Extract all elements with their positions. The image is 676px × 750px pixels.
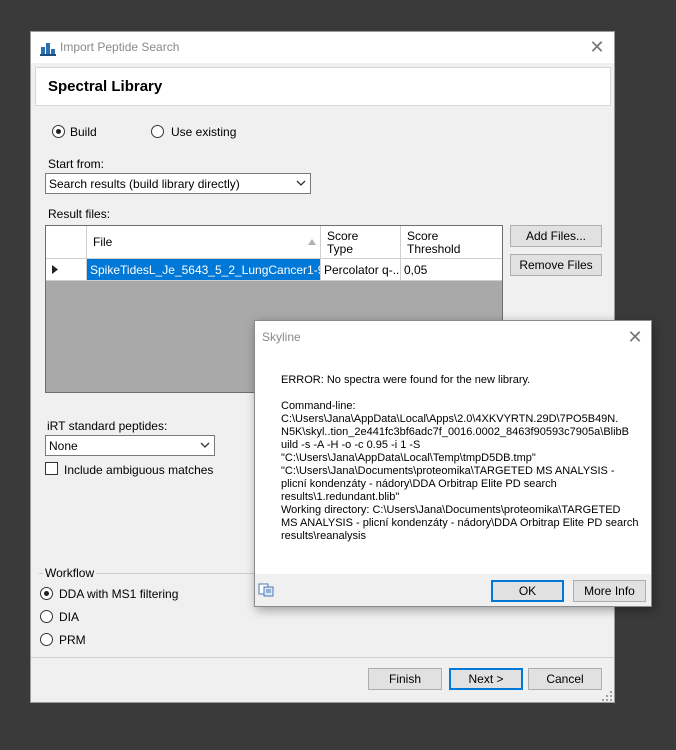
- skyline-app-icon: [40, 43, 56, 56]
- grid-header: File Score Type Score Threshold: [46, 226, 502, 259]
- workflow-label: Workflow: [43, 566, 97, 580]
- start-from-value: Search results (build library directly): [49, 177, 240, 191]
- close-icon[interactable]: ✕: [585, 36, 609, 58]
- error-message-line: results\1.redundant.blib": [281, 491, 400, 503]
- remove-files-button[interactable]: Remove Files: [510, 254, 602, 276]
- irt-select[interactable]: None: [45, 435, 215, 456]
- error-message-line: Working directory: C:\Users\Jana\Documen…: [281, 504, 621, 516]
- ok-button[interactable]: OK: [491, 580, 564, 602]
- row-header[interactable]: [46, 259, 87, 280]
- row-header-corner: [46, 226, 87, 259]
- error-message-line: C:\Users\Jana\AppData\Local\Apps\2.0\4XK…: [281, 413, 619, 425]
- sort-ascending-icon: [308, 239, 316, 245]
- result-files-label: Result files:: [48, 207, 111, 221]
- column-header-file[interactable]: File: [87, 226, 321, 259]
- error-message-area: ERROR: No spectra were found for the new…: [255, 352, 651, 574]
- irt-value: None: [49, 439, 78, 453]
- error-message-line: plicní kondenzáty - nádory\DDA Orbitrap …: [281, 478, 557, 490]
- column-header-score-threshold[interactable]: Score Threshold: [401, 226, 502, 259]
- chevron-down-icon: [200, 442, 210, 448]
- prm-radio[interactable]: [40, 633, 53, 646]
- cancel-button[interactable]: Cancel: [528, 668, 602, 690]
- cell-file[interactable]: SpikeTidesL_Je_5643_5_2_LungCancer1-96..…: [87, 259, 321, 280]
- error-dialog-title: Skyline: [262, 330, 301, 344]
- chevron-down-icon: [296, 180, 306, 186]
- cell-score-threshold-value: 0,05: [404, 263, 428, 277]
- error-message-line: results\reanalysis: [281, 530, 366, 542]
- cell-file-value: SpikeTidesL_Je_5643_5_2_LungCancer1-96..…: [90, 263, 321, 277]
- include-ambiguous-checkbox[interactable]: [45, 462, 58, 475]
- column-score-type-label-2: Type: [327, 242, 354, 256]
- error-title-bar: Skyline ✕: [255, 321, 651, 352]
- cell-score-type-value: Percolator q-...: [324, 263, 401, 277]
- error-message-line: "C:\Users\Jana\AppData\Local\Temp\tmpD5D…: [281, 452, 536, 464]
- close-icon[interactable]: ✕: [624, 326, 646, 348]
- page-header: Spectral Library: [35, 67, 611, 106]
- build-radio[interactable]: [52, 125, 65, 138]
- build-label: Build: [70, 125, 97, 139]
- prm-label: PRM: [59, 633, 86, 647]
- copy-message-icon[interactable]: [258, 583, 274, 597]
- error-message-line: MS ANALYSIS - plicní kondenzáty - nádory…: [281, 517, 639, 529]
- resize-grip-icon[interactable]: [601, 690, 613, 702]
- start-from-select[interactable]: Search results (build library directly): [45, 173, 311, 194]
- error-message-line: uild -s -A -H -o -c 0.95 -i 1 -S: [281, 439, 421, 451]
- dia-label: DIA: [59, 610, 80, 624]
- next-button[interactable]: Next >: [449, 668, 523, 690]
- row-pointer-icon: [52, 265, 58, 274]
- use-existing-radio[interactable]: [151, 125, 164, 138]
- start-from-label: Start from:: [48, 157, 105, 171]
- table-row[interactable]: SpikeTidesL_Je_5643_5_2_LungCancer1-96..…: [46, 259, 502, 281]
- dda-label: DDA with MS1 filtering: [59, 587, 179, 601]
- dialog-title: Import Peptide Search: [60, 40, 180, 54]
- dda-radio[interactable]: [40, 587, 53, 600]
- column-file-label: File: [93, 235, 113, 249]
- error-message-line: N5K\skyl..tion_2e441fc3bf6adc7f_0016.000…: [281, 426, 629, 438]
- error-message-line: ERROR: No spectra were found for the new…: [281, 374, 531, 386]
- add-files-button[interactable]: Add Files...: [510, 225, 602, 247]
- more-info-button[interactable]: More Info: [573, 580, 646, 602]
- error-message-line: "C:\Users\Jana\Documents\proteomika\TARG…: [281, 465, 615, 477]
- dia-radio[interactable]: [40, 610, 53, 623]
- error-message-line: Command-line:: [281, 400, 356, 412]
- page-title: Spectral Library: [48, 78, 163, 95]
- irt-label: iRT standard peptides:: [47, 419, 168, 433]
- cell-score-threshold[interactable]: 0,05: [401, 259, 502, 280]
- title-bar: Import Peptide Search ✕: [31, 32, 614, 63]
- use-existing-label: Use existing: [171, 125, 237, 139]
- skyline-error-dialog: Skyline ✕ ERROR: No spectra were found f…: [254, 320, 652, 607]
- include-ambiguous-label: Include ambiguous matches: [64, 463, 214, 477]
- cell-score-type[interactable]: Percolator q-...: [321, 259, 401, 280]
- footer-divider: [31, 657, 614, 658]
- column-header-score-type[interactable]: Score Type: [321, 226, 401, 259]
- finish-button[interactable]: Finish: [368, 668, 442, 690]
- column-score-threshold-label-2: Threshold: [407, 242, 461, 256]
